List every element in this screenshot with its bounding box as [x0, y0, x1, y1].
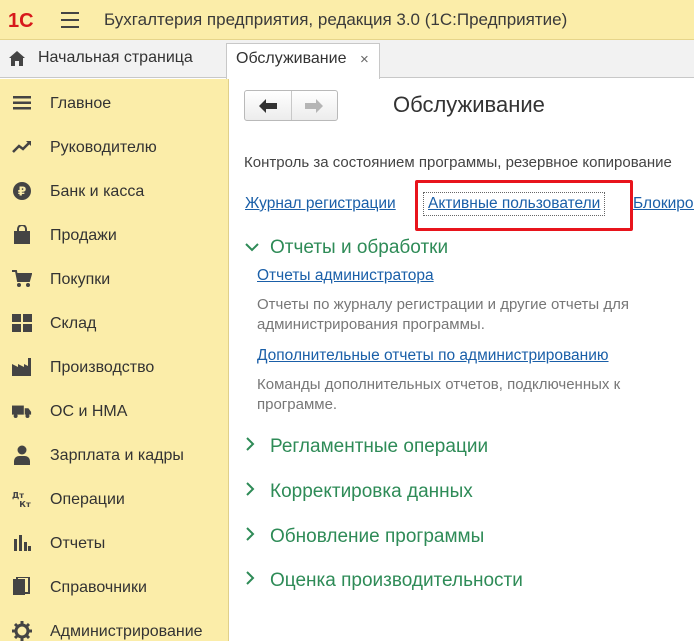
- section-label: Отчеты и обработки: [270, 237, 449, 258]
- sidebar-item-label: ОС и НМА: [50, 403, 128, 420]
- back-button[interactable]: [245, 91, 291, 120]
- section-data-correction[interactable]: Корректировка данных: [244, 481, 473, 503]
- sidebar-item-manager[interactable]: Руководителю: [0, 126, 229, 166]
- sidebar-item-label: Зарплата и кадры: [50, 447, 184, 464]
- desc-line: администрирования программы.: [257, 316, 485, 333]
- ruble-coin-icon: ₽: [12, 181, 32, 201]
- trend-icon: [12, 137, 32, 157]
- svg-text:Кт: Кт: [19, 499, 31, 509]
- sidebar-item-assets[interactable]: ОС и НМА: [0, 390, 229, 430]
- desc-line: Отчеты по журналу регистрации и другие о…: [257, 296, 629, 313]
- section-label: Обновление программы: [270, 526, 485, 547]
- history-nav: [244, 90, 338, 121]
- sidebar-item-bank[interactable]: ₽ Банк и касса: [0, 170, 229, 210]
- sidebar-item-label: Банк и касса: [50, 183, 145, 200]
- sidebar-item-sales[interactable]: Продажи: [0, 214, 229, 254]
- sidebar-item-reports[interactable]: Отчеты: [0, 522, 229, 562]
- sidebar-item-label: Главное: [50, 95, 112, 112]
- books-icon: [12, 577, 32, 597]
- blocking-link[interactable]: Блокировка: [633, 195, 694, 213]
- section-label: Оценка производительности: [270, 570, 523, 591]
- admin-reports-desc: Отчеты по журналу регистрации и другие о…: [257, 295, 629, 335]
- sidebar-item-warehouse[interactable]: Склад: [0, 302, 229, 342]
- chevron-right-icon: [244, 526, 262, 548]
- page-title: Обслуживание: [393, 92, 545, 117]
- sidebar-item-label: Руководителю: [50, 139, 157, 156]
- sidebar-item-label: Справочники: [50, 579, 147, 596]
- sidebar-item-label: Отчеты: [50, 535, 106, 552]
- home-icon: [9, 51, 25, 66]
- sidebar-item-label: Продажи: [50, 227, 117, 244]
- logo-text: 1С: [8, 10, 34, 31]
- sidebar-item-production[interactable]: Производство: [0, 346, 229, 386]
- shopping-bag-icon: [12, 225, 32, 245]
- 1c-logo: 1С: [8, 9, 48, 32]
- sidebar-item-salary[interactable]: Зарплата и кадры: [0, 434, 229, 474]
- debit-credit-icon: Дт Кт: [12, 489, 32, 509]
- sidebar-item-label: Склад: [50, 315, 97, 332]
- warehouse-grid-icon: [12, 313, 32, 333]
- main-menu-icon[interactable]: [61, 12, 79, 28]
- bar-chart-icon: [12, 533, 32, 553]
- section-routine-operations[interactable]: Регламентные операции: [244, 436, 488, 458]
- chevron-right-icon: [244, 436, 262, 458]
- chevron-down-icon: [244, 237, 262, 259]
- desc-line: Команды дополнительных отчетов, подключе…: [257, 376, 621, 393]
- desc-line: программе.: [257, 396, 338, 413]
- active-users-link[interactable]: Активные пользователи: [423, 192, 606, 216]
- app-title: Бухгалтерия предприятия, редакция 3.0 (1…: [104, 10, 568, 29]
- sidebar-item-references[interactable]: Справочники: [0, 566, 229, 606]
- section-label: Регламентные операции: [270, 436, 489, 457]
- sidebar-item-label: Операции: [50, 491, 125, 508]
- list-icon: [12, 93, 32, 113]
- sidebar: Главное Руководителю ₽ Банк и касса Прод…: [0, 79, 229, 641]
- chevron-right-icon: [244, 481, 262, 503]
- person-icon: [12, 445, 32, 465]
- truck-icon: [12, 401, 32, 421]
- admin-reports-link[interactable]: Отчеты администратора: [257, 267, 434, 285]
- svg-text:₽: ₽: [18, 185, 26, 199]
- event-log-link[interactable]: Журнал регистрации: [245, 195, 396, 213]
- gear-icon: [12, 621, 32, 641]
- forward-button[interactable]: [290, 91, 337, 120]
- additional-admin-reports-desc: Команды дополнительных отчетов, подключе…: [257, 375, 620, 415]
- close-tab-icon[interactable]: ×: [360, 51, 369, 68]
- additional-admin-reports-link[interactable]: Дополнительные отчеты по администрирован…: [257, 347, 609, 365]
- tabs-bar: Начальная страница Обслуживание ×: [0, 40, 694, 79]
- section-program-update[interactable]: Обновление программы: [244, 526, 484, 548]
- page-description: Контроль за состоянием программы, резерв…: [244, 154, 672, 171]
- sidebar-item-purchases[interactable]: Покупки: [0, 258, 229, 298]
- section-performance-evaluation[interactable]: Оценка производительности: [244, 570, 523, 592]
- sidebar-item-label: Производство: [50, 359, 155, 376]
- section-label: Корректировка данных: [270, 481, 473, 502]
- arrow-left-icon: [258, 98, 277, 113]
- sidebar-item-operations[interactable]: Дт Кт Операции: [0, 478, 229, 518]
- cart-icon: [12, 269, 32, 289]
- title-bar: 1С Бухгалтерия предприятия, редакция 3.0…: [0, 0, 694, 40]
- section-reports-processing[interactable]: Отчеты и обработки: [244, 237, 448, 259]
- tab-home[interactable]: Начальная страница: [0, 40, 220, 78]
- chevron-right-icon: [244, 570, 262, 592]
- tab-maintenance-label: Обслуживание: [236, 50, 347, 67]
- sidebar-item-administration[interactable]: Администрирование: [0, 610, 229, 641]
- arrow-right-icon: [305, 98, 324, 113]
- sidebar-item-label: Администрирование: [50, 623, 203, 640]
- sidebar-item-main[interactable]: Главное: [0, 82, 229, 122]
- sidebar-item-label: Покупки: [50, 271, 111, 288]
- tab-maintenance[interactable]: Обслуживание ×: [226, 43, 380, 79]
- factory-icon: [12, 357, 32, 377]
- main-panel: Обслуживание Контроль за состоянием прог…: [230, 79, 694, 641]
- tab-home-label: Начальная страница: [38, 49, 193, 66]
